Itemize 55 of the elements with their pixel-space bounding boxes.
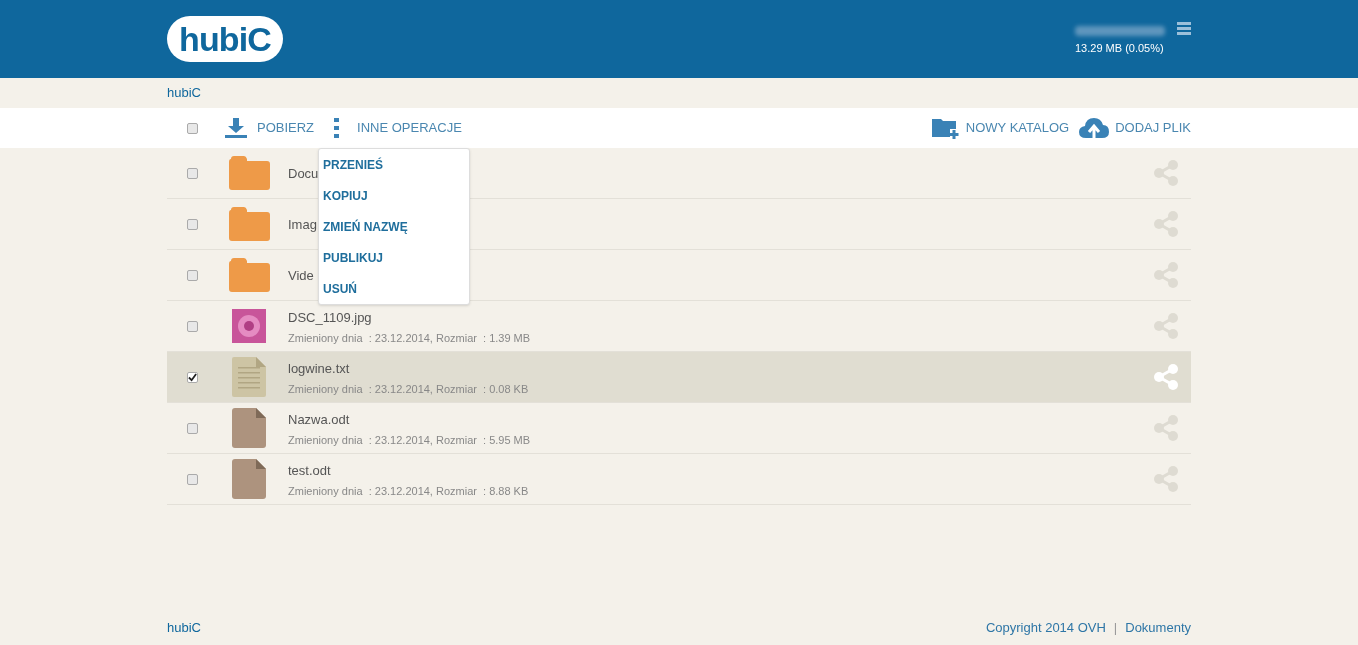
file-name[interactable]: test.odt — [288, 461, 529, 481]
share-icon[interactable] — [1153, 466, 1179, 492]
folder-icon — [228, 156, 270, 190]
file-details: Zmieniony dnia : 23.12.2014, Rozmiar : 1.39 MB — [288, 330, 531, 346]
file-name[interactable]: Imag — [288, 215, 317, 235]
checkbox[interactable] — [186, 167, 198, 179]
docs-link[interactable]: Dokumenty — [1125, 618, 1191, 638]
new-folder-button[interactable]: NOWY KATALOG — [931, 117, 1070, 139]
file-name[interactable]: logwine.txt — [288, 359, 529, 379]
file-row[interactable]: logwine.txt Zmieniony dnia : 23.12.2014, Rozmiar : 0.08 KB — [167, 352, 1191, 403]
folder-icon — [228, 207, 270, 241]
folder-icon — [228, 258, 270, 292]
share-icon[interactable] — [1153, 211, 1179, 237]
checkbox[interactable] — [186, 422, 198, 434]
quota-text: 13.29 MB (0.05%) — [1075, 40, 1165, 56]
vertical-dots-icon — [334, 118, 340, 138]
logo[interactable]: hubiC — [167, 16, 284, 62]
file-details: Zmieniony dnia : 23.12.2014, Rozmiar : 5.95 MB — [288, 432, 531, 448]
copyright-text: Copyright 2014 OVH — [985, 619, 1106, 638]
share-icon[interactable] — [1153, 313, 1179, 339]
photo-placeholder — [232, 309, 266, 343]
file-row[interactable]: Nazwa.odt Zmieniony dnia : 23.12.2014, Rozmiar : 5.95 MB — [167, 403, 1191, 454]
file-name[interactable]: Docu — [288, 164, 319, 184]
footer-brand-link[interactable]: hubiC — [167, 618, 201, 638]
menu-item[interactable]: PRZENIEŚ — [319, 149, 469, 180]
menu-item[interactable]: ZMIEŃ NAZWĘ — [319, 211, 469, 242]
file-name[interactable]: DSC_1109.jpg — [288, 308, 531, 328]
more-operations-button[interactable]: INNE OPERACJE — [334, 118, 462, 138]
add-file-button[interactable]: DODAJ PLIK — [1079, 117, 1191, 139]
download-button[interactable]: POBIERZ — [225, 118, 315, 138]
cloud-upload-icon — [1079, 117, 1110, 139]
share-icon[interactable] — [1153, 415, 1179, 441]
document-icon — [232, 459, 266, 499]
checkbox[interactable] — [186, 269, 198, 281]
checkbox[interactable] — [186, 122, 198, 134]
document-icon — [232, 408, 266, 448]
menu-item[interactable]: USUŃ — [319, 273, 469, 304]
checkbox[interactable] — [186, 473, 198, 485]
folder-plus-icon — [931, 117, 960, 139]
separator-text: | — [1113, 619, 1118, 638]
checkbox[interactable] — [186, 218, 198, 230]
file-name[interactable]: Nazwa.odt — [288, 410, 531, 430]
checkbox[interactable] — [186, 320, 198, 332]
file-details: Zmieniony dnia : 23.12.2014, Rozmiar : 0.08 KB — [288, 381, 529, 397]
file-row[interactable]: test.odt Zmieniony dnia : 23.12.2014, Rozmiar : 8.88 KB — [167, 454, 1191, 505]
share-icon[interactable] — [1153, 160, 1179, 186]
text-file-icon — [232, 357, 266, 397]
file-name[interactable]: Vide — [288, 266, 314, 286]
download-icon — [225, 118, 247, 138]
share-icon[interactable] — [1153, 262, 1179, 288]
checkbox[interactable] — [186, 371, 198, 383]
file-details: Zmieniony dnia : 23.12.2014, Rozmiar : 8.88 KB — [288, 483, 529, 499]
breadcrumb-link[interactable]: hubiC — [167, 83, 201, 103]
share-icon[interactable] — [1153, 364, 1179, 390]
menu-icon[interactable] — [1177, 21, 1191, 35]
